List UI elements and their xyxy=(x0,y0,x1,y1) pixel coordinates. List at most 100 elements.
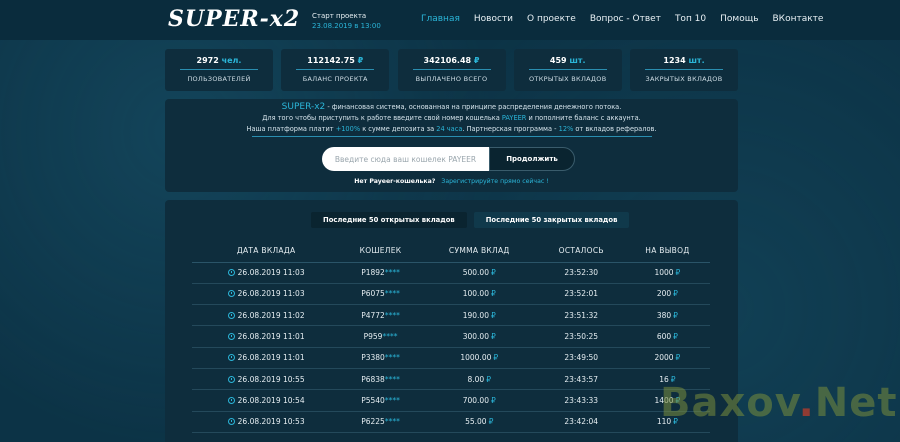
stat-divider xyxy=(296,69,375,70)
watermark-dot: . xyxy=(798,380,815,426)
continue-button[interactable]: Продолжить xyxy=(489,147,575,171)
cell-sum: 500.00 ₽ xyxy=(420,262,538,284)
stats-row: 2972 чел. ПОЛЬЗОВАТЕЛЕЙ 112142.75 ₽ БАЛА… xyxy=(165,49,738,91)
wallet-input[interactable] xyxy=(322,147,489,171)
nav-faq[interactable]: Вопрос - Ответ xyxy=(590,14,661,24)
stat-divider xyxy=(528,69,607,70)
cell-out: 2000 ₽ xyxy=(624,347,710,369)
nav-vk[interactable]: ВКонтакте xyxy=(773,14,824,24)
stat-value: 342106.48 xyxy=(423,56,472,65)
nav-top10[interactable]: Топ 10 xyxy=(675,14,706,24)
date-text: 26.08.2019 10:53 xyxy=(237,417,305,427)
date-text: 26.08.2019 11:03 xyxy=(237,268,305,278)
ruble-icon: ₽ xyxy=(673,289,678,299)
cell-date: 26.08.2019 11:03 xyxy=(192,283,341,306)
out-text: 200 xyxy=(656,289,672,299)
wallet-text: P5540 xyxy=(361,395,385,405)
cell-left: 23:49:50 xyxy=(537,347,625,369)
ruble-icon: ₽ xyxy=(675,353,681,363)
hero-panel: SUPER-x2 - финансовая система, основанна… xyxy=(165,99,738,192)
hero-instructions: Для того чтобы приступить к работе введи… xyxy=(165,113,738,124)
site-logo[interactable]: SUPER-x2 xyxy=(168,6,300,32)
sum-text: 55.00 xyxy=(465,417,487,427)
tab-open-deposits[interactable]: Последние 50 открытых вкладов xyxy=(311,212,467,228)
cell-date: 26.08.2019 10:53 xyxy=(192,411,341,433)
nav-news[interactable]: Новости xyxy=(474,14,513,24)
date-text: 26.08.2019 11:01 xyxy=(237,353,305,363)
stat-closed-deposits: 1234 шт. ЗАКРЫТЫХ ВКЛАДОВ xyxy=(630,49,738,91)
table-row: 26.08.2019 10:55 P6838**** 8.00 ₽23:43:57 16… xyxy=(192,368,710,391)
ruble-icon: ₽ xyxy=(493,353,499,363)
wallet-text: P1892 xyxy=(361,268,385,278)
cell-sum: 190.00 ₽ xyxy=(420,304,538,327)
hero-text: . Партнерская программа - xyxy=(462,125,559,133)
stat-value: 1234 xyxy=(663,56,686,65)
clock-icon xyxy=(227,375,235,383)
date-text: 26.08.2019 11:02 xyxy=(237,310,305,320)
nav-about[interactable]: О проекте xyxy=(527,14,576,24)
nav-help[interactable]: Помощь xyxy=(720,14,758,24)
col-date: ДАТА ВКЛАДА xyxy=(192,240,341,263)
wallet-text: P4772 xyxy=(361,310,385,320)
stat-label: ЗАКРЫТЫХ ВКЛАДОВ xyxy=(645,75,723,83)
col-wallet: КОШЕЛЕК xyxy=(340,240,421,263)
cell-sum: 300.00 ₽ xyxy=(420,325,538,348)
stat-label: ОТКРЫТЫХ ВКЛАДОВ xyxy=(529,75,607,83)
cell-out: 380 ₽ xyxy=(624,304,710,327)
deposits-table: ДАТА ВКЛАДА КОШЕЛЕК СУММА ВКЛАД ОСТАЛОСЬ… xyxy=(192,240,710,433)
top-bar: SUPER-x2 Старт проекта 23.08.2019 в 13:0… xyxy=(0,0,900,40)
cell-wallet: P4772**** xyxy=(340,304,421,327)
nav-home[interactable]: Главная xyxy=(421,14,460,24)
table-row: 26.08.2019 11:01 P959**** 300.00 ₽23:50:25 6… xyxy=(192,325,710,348)
tab-closed-deposits[interactable]: Последние 50 закрытых вкладов xyxy=(473,212,630,228)
hero-terms: Наша платформа платит +100% к сумме депо… xyxy=(165,124,738,135)
cell-sum: 100.00 ₽ xyxy=(420,283,538,306)
hero-highlight: +100% xyxy=(335,125,361,133)
ruble-icon: ₽ xyxy=(486,374,491,384)
table-row: 26.08.2019 11:03 P1892**** 500.00 ₽23:52:30… xyxy=(192,262,710,284)
cell-date: 26.08.2019 11:01 xyxy=(192,325,341,348)
stat-value: 459 xyxy=(549,56,567,65)
stat-label: ВЫПЛАЧЕНО ВСЕГО xyxy=(415,75,488,83)
col-sum: СУММА ВКЛАД xyxy=(420,240,538,263)
deposits-panel: Последние 50 открытых вкладов Последние … xyxy=(165,200,738,442)
date-text: 26.08.2019 11:03 xyxy=(237,289,305,299)
hero-divider xyxy=(251,136,652,137)
table-row: 26.08.2019 11:03 P6075**** 100.00 ₽23:52:01… xyxy=(192,283,710,306)
watermark: Baxov.Net xyxy=(660,380,898,426)
ruble-icon: ₽ xyxy=(490,395,496,405)
ruble-icon: ₽ xyxy=(675,268,681,278)
wallet-text: P3380 xyxy=(361,353,385,363)
watermark-text: Net xyxy=(814,380,898,426)
stat-label: ПОЛЬЗОВАТЕЛЕЙ xyxy=(187,75,251,83)
wallet-mask: **** xyxy=(384,268,400,278)
hero-text: Наша платформа платит xyxy=(246,125,336,133)
register-hint: Нет Payeer-кошелька? Зарегистрируйте пря… xyxy=(165,178,738,185)
wallet-mask: **** xyxy=(384,374,400,384)
stat-value: 2972 xyxy=(196,56,219,65)
cell-out: 600 ₽ xyxy=(624,325,710,348)
clock-icon xyxy=(227,269,235,277)
stat-label: БАЛАНС ПРОЕКТА xyxy=(302,75,368,83)
sum-text: 1000.00 xyxy=(460,353,492,363)
cell-left: 23:51:32 xyxy=(537,304,625,327)
date-text: 26.08.2019 10:55 xyxy=(237,374,305,384)
stat-unit: чел. xyxy=(221,56,242,65)
ruble-icon: ₽ xyxy=(488,417,494,427)
sum-text: 100.00 xyxy=(462,289,489,299)
register-link[interactable]: Зарегистрируйте прямо сейчас ! xyxy=(441,178,548,185)
cell-sum: 55.00 ₽ xyxy=(420,411,538,433)
sum-text: 300.00 xyxy=(462,332,489,342)
cell-left: 23:52:30 xyxy=(537,262,625,284)
ruble-icon: ₽ xyxy=(490,310,496,320)
clock-icon xyxy=(227,333,235,341)
col-out: НА ВЫВОД xyxy=(624,240,710,263)
stat-users: 2972 чел. ПОЛЬЗОВАТЕЛЕЙ xyxy=(165,49,273,91)
hero-intro: SUPER-x2 - финансовая система, основанна… xyxy=(165,102,738,113)
ruble-icon: ₽ xyxy=(673,332,678,342)
wallet-text: P6075 xyxy=(361,289,385,299)
stat-divider xyxy=(180,69,258,70)
wallet-text: P6225 xyxy=(361,417,385,427)
hero-highlight: 12% xyxy=(558,125,574,133)
ruble-icon: ₽ xyxy=(490,289,496,299)
